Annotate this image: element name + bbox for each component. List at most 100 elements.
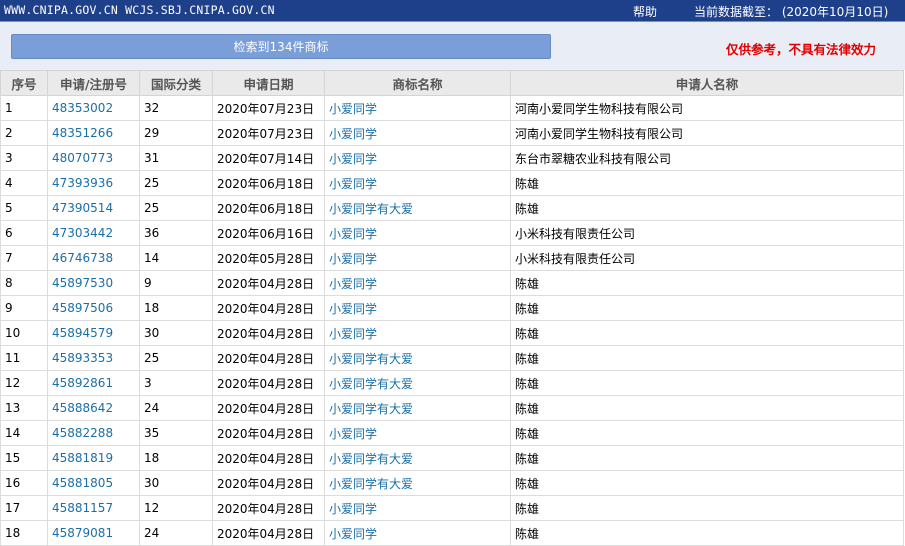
table-row: 7 46746738 14 2020年05月28日 小爱同学 小米科技有限责任公司 — [0, 245, 904, 271]
reg-number-link[interactable]: 45892861 — [47, 370, 140, 396]
mark-name-link[interactable]: 小爱同学有大爱 — [324, 370, 511, 396]
class-cell: 32 — [139, 95, 213, 121]
mark-name-link[interactable]: 小爱同学 — [324, 95, 511, 121]
table-header-row: 序号 申请/注册号 国际分类 申请日期 商标名称 申请人名称 — [0, 70, 904, 96]
table-row: 5 47390514 25 2020年06月18日 小爱同学有大爱 陈雄 — [0, 195, 904, 221]
date-cell: 2020年04月28日 — [212, 395, 325, 421]
col-header-class: 国际分类 — [139, 70, 213, 96]
mark-name-link[interactable]: 小爱同学 — [324, 520, 511, 546]
class-cell: 35 — [139, 420, 213, 446]
table-row: 9 45897506 18 2020年04月28日 小爱同学 陈雄 — [0, 295, 904, 321]
applicant-cell: 小米科技有限责任公司 — [510, 220, 904, 246]
class-cell: 25 — [139, 170, 213, 196]
class-cell: 12 — [139, 495, 213, 521]
class-cell: 25 — [139, 345, 213, 371]
search-summary-panel: 检索到134件商标 仅供参考，不具有法律效力 — [0, 22, 905, 70]
table-row: 14 45882288 35 2020年04月28日 小爱同学 陈雄 — [0, 420, 904, 446]
table-row: 16 45881805 30 2020年04月28日 小爱同学有大爱 陈雄 — [0, 470, 904, 496]
table-row: 2 48351266 29 2020年07月23日 小爱同学 河南小爱同学生物科技有限公司 — [0, 120, 904, 146]
row-index: 17 — [0, 495, 48, 521]
applicant-cell: 陈雄 — [510, 295, 904, 321]
date-cell: 2020年07月23日 — [212, 120, 325, 146]
applicant-cell: 陈雄 — [510, 520, 904, 546]
row-index: 8 — [0, 270, 48, 296]
mark-name-link[interactable]: 小爱同学有大爱 — [324, 195, 511, 221]
disclaimer-text: 仅供参考，不具有法律效力 — [726, 42, 877, 57]
col-header-index: 序号 — [0, 70, 48, 96]
reg-number-link[interactable]: 45879081 — [47, 520, 140, 546]
reg-number-link[interactable]: 48353002 — [47, 95, 140, 121]
date-cell: 2020年07月14日 — [212, 145, 325, 171]
reg-number-link[interactable]: 45881819 — [47, 445, 140, 471]
table-row: 1 48353002 32 2020年07月23日 小爱同学 河南小爱同学生物科技有限公司 — [0, 95, 904, 121]
applicant-cell: 河南小爱同学生物科技有限公司 — [510, 120, 904, 146]
table-row: 4 47393936 25 2020年06月18日 小爱同学 陈雄 — [0, 170, 904, 196]
col-header-reg-number: 申请/注册号 — [47, 70, 140, 96]
applicant-cell: 陈雄 — [510, 395, 904, 421]
class-cell: 24 — [139, 395, 213, 421]
mark-name-link[interactable]: 小爱同学 — [324, 145, 511, 171]
row-index: 9 — [0, 295, 48, 321]
row-index: 4 — [0, 170, 48, 196]
result-count-button[interactable]: 检索到134件商标 — [11, 34, 551, 59]
applicant-cell: 陈雄 — [510, 470, 904, 496]
reg-number-link[interactable]: 45893353 — [47, 345, 140, 371]
mark-name-link[interactable]: 小爱同学 — [324, 245, 511, 271]
class-cell: 30 — [139, 320, 213, 346]
row-index: 7 — [0, 245, 48, 271]
date-cell: 2020年06月16日 — [212, 220, 325, 246]
reg-number-link[interactable]: 45897506 — [47, 295, 140, 321]
reg-number-link[interactable]: 47390514 — [47, 195, 140, 221]
date-cell: 2020年04月28日 — [212, 495, 325, 521]
reg-number-link[interactable]: 48351266 — [47, 120, 140, 146]
date-cell: 2020年04月28日 — [212, 295, 325, 321]
applicant-cell: 陈雄 — [510, 345, 904, 371]
mark-name-link[interactable]: 小爱同学 — [324, 320, 511, 346]
mark-name-link[interactable]: 小爱同学有大爱 — [324, 445, 511, 471]
class-cell: 30 — [139, 470, 213, 496]
row-index: 11 — [0, 345, 48, 371]
class-cell: 36 — [139, 220, 213, 246]
mark-name-link[interactable]: 小爱同学 — [324, 220, 511, 246]
mark-name-link[interactable]: 小爱同学 — [324, 270, 511, 296]
date-cell: 2020年04月28日 — [212, 420, 325, 446]
row-index: 13 — [0, 395, 48, 421]
reg-number-link[interactable]: 45888642 — [47, 395, 140, 421]
table-row: 12 45892861 3 2020年04月28日 小爱同学有大爱 陈雄 — [0, 370, 904, 396]
reg-number-link[interactable]: 45894579 — [47, 320, 140, 346]
applicant-cell: 陈雄 — [510, 445, 904, 471]
row-index: 15 — [0, 445, 48, 471]
table-row: 15 45881819 18 2020年04月28日 小爱同学有大爱 陈雄 — [0, 445, 904, 471]
mark-name-link[interactable]: 小爱同学有大爱 — [324, 470, 511, 496]
table-row: 17 45881157 12 2020年04月28日 小爱同学 陈雄 — [0, 495, 904, 521]
mark-name-link[interactable]: 小爱同学有大爱 — [324, 395, 511, 421]
mark-name-link[interactable]: 小爱同学 — [324, 420, 511, 446]
class-cell: 24 — [139, 520, 213, 546]
date-cell: 2020年04月28日 — [212, 270, 325, 296]
site-domains: WWW.CNIPA.GOV.CN WCJS.SBJ.CNIPA.GOV.CN — [4, 3, 275, 17]
date-cell: 2020年04月28日 — [212, 445, 325, 471]
mark-name-link[interactable]: 小爱同学有大爱 — [324, 345, 511, 371]
applicant-cell: 陈雄 — [510, 170, 904, 196]
table-row: 3 48070773 31 2020年07月14日 小爱同学 东台市翠糖农业科技有限公司 — [0, 145, 904, 171]
class-cell: 3 — [139, 370, 213, 396]
reg-number-link[interactable]: 47393936 — [47, 170, 140, 196]
row-index: 2 — [0, 120, 48, 146]
row-index: 3 — [0, 145, 48, 171]
reg-number-link[interactable]: 45881805 — [47, 470, 140, 496]
mark-name-link[interactable]: 小爱同学 — [324, 120, 511, 146]
reg-number-link[interactable]: 45882288 — [47, 420, 140, 446]
reg-number-link[interactable]: 45897530 — [47, 270, 140, 296]
row-index: 1 — [0, 95, 48, 121]
mark-name-link[interactable]: 小爱同学 — [324, 495, 511, 521]
applicant-cell: 陈雄 — [510, 370, 904, 396]
reg-number-link[interactable]: 48070773 — [47, 145, 140, 171]
help-link[interactable]: 帮助 — [633, 3, 657, 20]
mark-name-link[interactable]: 小爱同学 — [324, 295, 511, 321]
reg-number-link[interactable]: 46746738 — [47, 245, 140, 271]
row-index: 10 — [0, 320, 48, 346]
reg-number-link[interactable]: 45881157 — [47, 495, 140, 521]
date-cell: 2020年04月28日 — [212, 520, 325, 546]
mark-name-link[interactable]: 小爱同学 — [324, 170, 511, 196]
reg-number-link[interactable]: 47303442 — [47, 220, 140, 246]
